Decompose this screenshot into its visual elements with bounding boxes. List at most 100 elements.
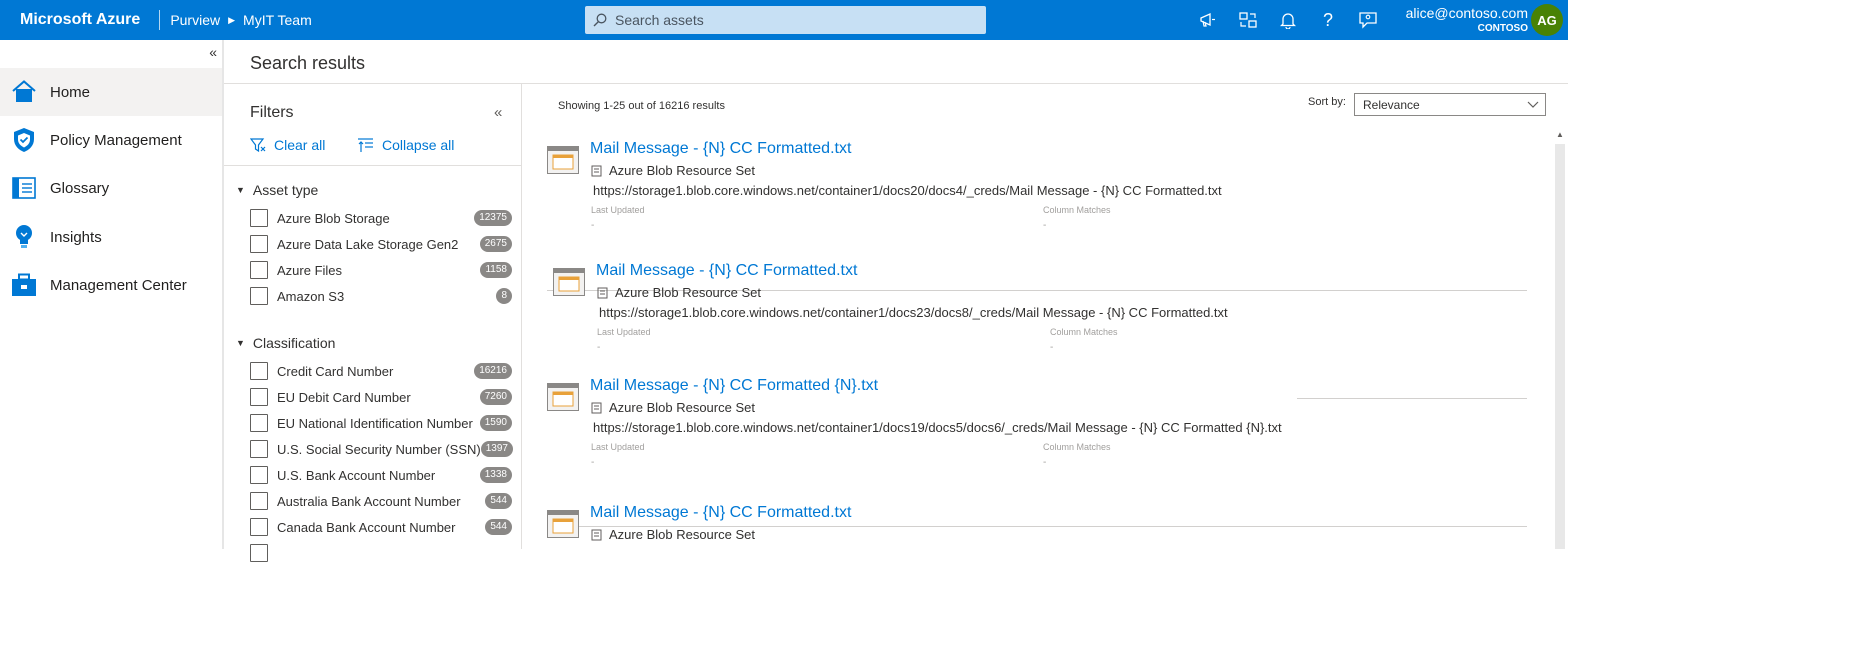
count-badge: 7260 xyxy=(479,389,512,405)
filter-option[interactable]: Azure Files 1158 xyxy=(250,257,512,283)
filter-option[interactable]: U.S. Social Security Number (SSN) 1397 xyxy=(250,436,513,462)
collapse-all-label: Collapse all xyxy=(382,137,455,153)
sort-dropdown[interactable]: Relevance xyxy=(1354,93,1546,116)
nav-item-management-center[interactable]: Management Center xyxy=(0,261,223,309)
classification-section-header[interactable]: ▼ Classification xyxy=(236,335,335,351)
nav-label: Home xyxy=(50,83,91,101)
filter-label: Azure Data Lake Storage Gen2 xyxy=(277,236,459,252)
result-type: Azure Blob Resource Set xyxy=(597,285,761,300)
asset-type-section-header[interactable]: ▼ Asset type xyxy=(236,182,318,198)
filter-checkbox[interactable] xyxy=(250,235,268,253)
filter-label: Amazon S3 xyxy=(277,288,345,304)
result-title-link[interactable]: Mail Message - {N} CC Formatted.txt xyxy=(590,504,851,522)
filter-checkbox[interactable] xyxy=(250,414,268,432)
count-badge: 12375 xyxy=(474,210,512,226)
filter-checkbox[interactable] xyxy=(250,466,268,484)
brand-title[interactable]: Microsoft Azure xyxy=(20,11,140,29)
search-box[interactable]: Search assets xyxy=(585,6,986,34)
filter-checkbox[interactable] xyxy=(250,388,268,406)
file-icon xyxy=(553,268,585,296)
search-input[interactable]: Search assets xyxy=(615,12,704,28)
count-badge: 16216 xyxy=(474,363,512,379)
count-badge: 1338 xyxy=(479,467,512,483)
filter-checkbox[interactable] xyxy=(250,362,268,380)
search-icon xyxy=(593,13,607,27)
results-scrollbar[interactable]: ▲ xyxy=(1552,126,1568,549)
result-title-link[interactable]: Mail Message - {N} CC Formatted {N}.txt xyxy=(590,377,878,395)
user-account[interactable]: alice@contoso.com CONTOSO xyxy=(1406,4,1528,35)
resource-set-icon xyxy=(591,165,602,176)
help-icon[interactable]: ? xyxy=(1308,0,1348,40)
nav-item-glossary[interactable]: Glossary xyxy=(0,164,223,212)
file-icon xyxy=(547,383,579,411)
filter-option[interactable]: Credit Card Number 16216 xyxy=(250,358,512,384)
top-bar: Microsoft Azure Purview ▶ MyIT Team Sear… xyxy=(0,0,1568,40)
caret-down-icon: ▼ xyxy=(236,185,245,195)
nav-item-home[interactable]: Home xyxy=(0,68,223,116)
count-badge: 2675 xyxy=(479,236,512,252)
last-updated-value: - xyxy=(597,342,601,353)
filter-option[interactable]: Azure Data Lake Storage Gen2 2675 xyxy=(250,231,512,257)
scroll-up-icon[interactable]: ▲ xyxy=(1556,130,1564,139)
filter-option[interactable]: Australia Bank Account Number 544 xyxy=(250,488,512,514)
breadcrumb-team[interactable]: MyIT Team xyxy=(243,12,312,28)
result-title-link[interactable]: Mail Message - {N} CC Formatted.txt xyxy=(590,140,851,158)
nav-item-policy-management[interactable]: Policy Management xyxy=(0,116,223,164)
filter-label: EU Debit Card Number xyxy=(277,389,411,405)
filter-checkbox[interactable] xyxy=(250,209,268,227)
last-updated-value: - xyxy=(591,220,595,231)
filter-checkbox[interactable] xyxy=(250,518,268,536)
book-icon xyxy=(10,174,38,202)
filter-option[interactable]: EU National Identification Number 1590 xyxy=(250,410,512,436)
collapse-filters-icon[interactable]: « xyxy=(494,104,502,121)
result-type: Azure Blob Resource Set xyxy=(591,163,755,178)
result-title-link[interactable]: Mail Message - {N} CC Formatted.txt xyxy=(596,262,857,280)
toolbox-icon xyxy=(10,271,38,299)
clear-all-button[interactable]: Clear all xyxy=(250,137,325,153)
filter-checkbox[interactable] xyxy=(250,261,268,279)
shield-icon xyxy=(10,126,38,154)
lightbulb-icon xyxy=(10,223,38,251)
result-type: Azure Blob Resource Set xyxy=(591,527,755,542)
resource-set-icon xyxy=(597,287,608,298)
result-type-label: Azure Blob Resource Set xyxy=(609,163,755,178)
switch-directory-icon[interactable] xyxy=(1228,0,1268,40)
file-icon xyxy=(547,510,579,538)
filter-option[interactable]: Azure Blob Storage 12375 xyxy=(250,205,512,231)
count-badge: 544 xyxy=(485,493,512,509)
filter-checkbox[interactable] xyxy=(250,287,268,305)
nav-label: Management Center xyxy=(50,276,187,294)
section-label: Asset type xyxy=(252,182,319,198)
filter-option[interactable]: Canada Bank Account Number 544 xyxy=(250,514,512,540)
count-badge: 1397 xyxy=(480,441,513,457)
filters-title: Filters xyxy=(250,104,294,121)
section-label: Classification xyxy=(252,335,336,351)
bell-icon[interactable] xyxy=(1268,0,1308,40)
last-updated-value: - xyxy=(591,457,595,468)
avatar[interactable]: AG xyxy=(1531,4,1563,36)
feedback-icon[interactable] xyxy=(1348,0,1388,40)
filter-option-partial[interactable] xyxy=(250,540,512,566)
sort-label: Sort by: xyxy=(1308,96,1346,108)
column-matches-label: Column Matches xyxy=(1043,442,1111,452)
nav-item-insights[interactable]: Insights xyxy=(0,213,223,261)
filter-option[interactable]: Amazon S3 8 xyxy=(250,283,512,309)
filter-checkbox[interactable] xyxy=(250,544,268,562)
home-icon xyxy=(10,78,38,106)
resource-set-icon xyxy=(591,529,602,540)
filter-checkbox[interactable] xyxy=(250,492,268,510)
filter-option[interactable]: U.S. Bank Account Number 1338 xyxy=(250,462,512,488)
scrollbar-thumb[interactable] xyxy=(1555,144,1565,549)
clear-filter-icon xyxy=(250,138,266,153)
collapse-all-button[interactable]: Collapse all xyxy=(357,137,454,153)
collapse-nav-icon[interactable]: « xyxy=(209,44,217,60)
filter-checkbox[interactable] xyxy=(250,440,268,458)
filter-option[interactable]: EU Debit Card Number 7260 xyxy=(250,384,512,410)
filter-label: EU National Identification Number xyxy=(277,415,473,431)
sort-value: Relevance xyxy=(1363,97,1420,112)
collapse-all-icon xyxy=(358,138,373,152)
column-matches-value: - xyxy=(1050,342,1054,353)
megaphone-icon[interactable] xyxy=(1188,0,1228,40)
breadcrumb-purview[interactable]: Purview xyxy=(170,12,220,28)
count-badge: 1590 xyxy=(479,415,512,431)
